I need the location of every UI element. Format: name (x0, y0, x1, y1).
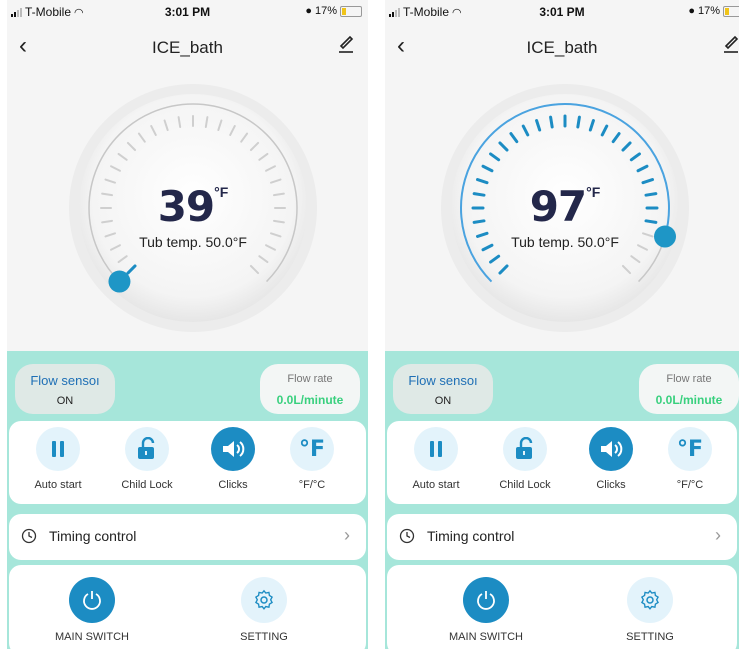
pause-icon (36, 427, 80, 471)
flow-rate-label: Flow rate (666, 373, 712, 385)
clicks-label: Clicks (218, 479, 248, 491)
setting-label: SETTING (240, 631, 288, 643)
setting-button[interactable]: SETTING (605, 577, 695, 643)
auto-start-label: Auto start (412, 479, 460, 491)
set-temperature-value: 97 (529, 182, 587, 231)
timing-control-row[interactable]: Timing control › (9, 514, 366, 560)
tub-temperature: Tub temp. 50.0°F (511, 234, 619, 250)
main-switch-button[interactable]: MAIN SWITCH (441, 577, 531, 643)
edit-icon[interactable] (338, 34, 354, 54)
dial-tick (576, 115, 581, 129)
alarm-icon: ● (305, 5, 312, 17)
controls-card: Auto start Child Lock Clicks °F °F/°C (387, 421, 737, 504)
flow-rate-pill: Flow rate 0.0L/minute (260, 364, 360, 414)
pause-icon (414, 427, 458, 471)
bottom-actions: MAIN SWITCH SETTING (9, 565, 366, 649)
auto-start-control[interactable]: Auto start (23, 427, 93, 491)
clock-icon (399, 528, 415, 544)
unlock-icon (125, 427, 169, 471)
control-panel: Flow sensoı ON Flow rate 0.0L/minute Aut… (7, 351, 368, 649)
set-temperature-unit: °F (214, 184, 229, 200)
chevron-right-icon: › (344, 525, 350, 545)
phone-screen-left: T-Mobile ◠ 3:01 PM ● 17% ‹ ICE_bath 39°F (7, 0, 368, 649)
unlock-icon (503, 427, 547, 471)
temperature-dial[interactable]: 39°F Tub temp. 50.0°F (67, 82, 319, 334)
phone-screen-right: T-Mobile ◠ 3:01 PM ● 17% ‹ ICE_bath 97°F (385, 0, 739, 649)
status-bar: T-Mobile ◠ 3:01 PM ● 17% (7, 0, 368, 26)
bottom-actions: MAIN SWITCH SETTING (387, 565, 737, 649)
child-lock-label: Child Lock (121, 479, 173, 491)
clicks-control[interactable]: Clicks (198, 427, 268, 491)
tub-temperature: Tub temp. 50.0°F (139, 234, 247, 250)
controls-card: Auto start Child Lock Clicks °F °F/°C (9, 421, 366, 504)
battery-group: ● 17% (305, 5, 362, 17)
child-lock-label: Child Lock (499, 479, 551, 491)
speaker-icon (211, 427, 255, 471)
battery-icon (723, 5, 739, 17)
flow-rate-value: 0.0L/minute (655, 393, 723, 407)
edit-icon[interactable] (723, 34, 739, 54)
gear-icon (241, 577, 287, 623)
timing-control-label: Timing control (427, 528, 515, 544)
unit-toggle-label: °F/°C (676, 479, 704, 491)
flow-sensor-pill: Flow sensoı ON (15, 364, 115, 414)
dial-tick (549, 115, 554, 129)
flow-rate-pill: Flow rate 0.0L/minute (639, 364, 739, 414)
flow-rate-label: Flow rate (287, 373, 333, 385)
set-temperature-value: 39 (157, 182, 215, 231)
set-temperature: 39°F (67, 182, 319, 231)
unit-toggle-control[interactable]: °F °F/°C (277, 427, 347, 491)
setting-label: SETTING (626, 631, 674, 643)
clicks-control[interactable]: Clicks (576, 427, 646, 491)
status-time: 3:01 PM (539, 5, 585, 19)
battery-icon (340, 5, 362, 17)
battery-group: ● 17% (688, 5, 739, 17)
temperature-dial[interactable]: 97°F Tub temp. 50.0°F (439, 82, 691, 334)
main-switch-label: MAIN SWITCH (55, 631, 129, 643)
unit-toggle-label: °F/°C (298, 479, 326, 491)
main-switch-label: MAIN SWITCH (449, 631, 523, 643)
flow-sensor-pill: Flow sensoı ON (393, 364, 493, 414)
auto-start-label: Auto start (34, 479, 82, 491)
main-switch-button[interactable]: MAIN SWITCH (47, 577, 137, 643)
alarm-icon: ● (688, 5, 695, 17)
auto-start-control[interactable]: Auto start (401, 427, 471, 491)
nav-bar: ‹ ICE_bath (7, 26, 368, 68)
timing-control-row[interactable]: Timing control › (387, 514, 737, 560)
speaker-icon (589, 427, 633, 471)
flow-sensor-value: ON (434, 395, 452, 407)
dial-knob (108, 270, 131, 293)
timing-control-label: Timing control (49, 528, 137, 544)
child-lock-control[interactable]: Child Lock (490, 427, 560, 491)
fahrenheit-icon: °F (290, 427, 334, 471)
control-panel: Flow sensoı ON Flow rate 0.0L/minute Aut… (385, 351, 739, 649)
flow-sensor-label: Flow sensoı (30, 373, 100, 388)
power-icon (69, 577, 115, 623)
set-temperature: 97°F (439, 182, 691, 231)
setting-button[interactable]: SETTING (219, 577, 309, 643)
gear-icon (627, 577, 673, 623)
battery-percent: 17% (697, 5, 720, 17)
page-title: ICE_bath (152, 38, 223, 57)
set-temperature-unit: °F (586, 184, 601, 200)
clicks-label: Clicks (596, 479, 626, 491)
battery-percent: 17% (314, 5, 337, 17)
clock-icon (21, 528, 37, 544)
flow-rate-value: 0.0L/minute (276, 393, 344, 407)
page-title: ICE_bath (526, 38, 598, 57)
nav-bar: ‹ ICE_bath (385, 26, 739, 68)
status-bar: T-Mobile ◠ 3:01 PM ● 17% (385, 0, 739, 26)
fahrenheit-icon: °F (668, 427, 712, 471)
chevron-right-icon: › (715, 525, 721, 545)
child-lock-control[interactable]: Child Lock (112, 427, 182, 491)
flow-sensor-value: ON (56, 395, 74, 407)
flow-sensor-label: Flow sensoı (408, 373, 478, 388)
unit-toggle-control[interactable]: °F °F/°C (655, 427, 725, 491)
power-icon (463, 577, 509, 623)
